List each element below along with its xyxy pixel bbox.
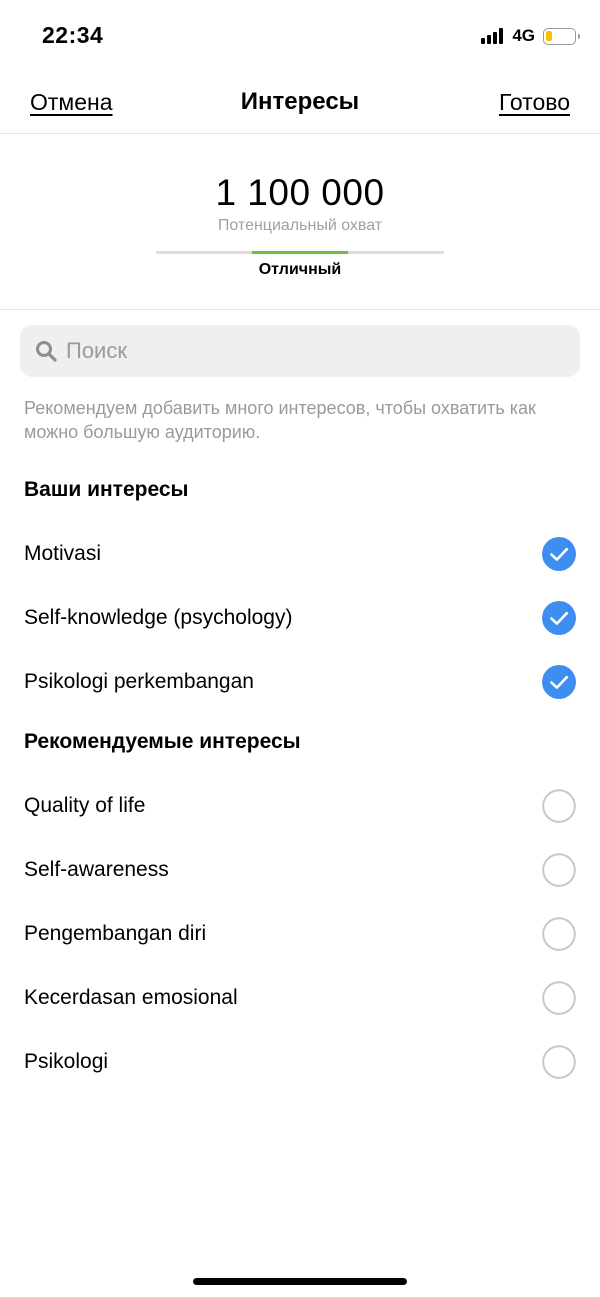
empty-circle-icon[interactable] [542, 917, 576, 951]
status-bar: 22:34 4G [0, 0, 600, 72]
checkmark-circle-icon[interactable] [542, 665, 576, 699]
interest-row[interactable]: Psikologi perkembangan [0, 650, 600, 714]
empty-circle-icon[interactable] [542, 789, 576, 823]
interest-row[interactable]: Motivasi [0, 522, 600, 586]
reach-meter [156, 251, 444, 254]
interest-row[interactable]: Pengembangan diri [0, 902, 600, 966]
empty-circle-icon[interactable] [542, 981, 576, 1015]
interest-row[interactable]: Self-knowledge (psychology) [0, 586, 600, 650]
reach-rating: Отличный [258, 261, 342, 278]
search-input[interactable] [66, 338, 546, 364]
interest-label: Quality of life [24, 794, 146, 817]
interest-row[interactable]: Psikologi [0, 1030, 600, 1094]
interest-label: Motivasi [24, 542, 102, 565]
interest-label: Psikologi [24, 1050, 109, 1073]
status-time: 22:34 [42, 22, 104, 48]
potential-reach: 1 100 000 Потенциальный охват Отличный [0, 134, 600, 310]
interest-label: Kecerdasan emosional [24, 986, 238, 1009]
empty-circle-icon[interactable] [542, 1045, 576, 1079]
status-indicators: 4G [481, 25, 580, 47]
interest-row[interactable]: Kecerdasan emosional [0, 966, 600, 1030]
interest-label: Self-knowledge (psychology) [24, 606, 293, 629]
network-label: 4G [512, 26, 535, 45]
done-button[interactable]: Готово [499, 89, 570, 116]
interest-row[interactable]: Self-awareness [0, 838, 600, 902]
signal-bars-icon [481, 28, 505, 44]
reach-number: 1 100 000 [215, 172, 385, 213]
navigation-bar: Отмена Интересы Готово [0, 72, 600, 134]
interest-label: Psikologi perkembangan [24, 670, 254, 693]
home-indicator[interactable] [193, 1278, 407, 1285]
checkmark-circle-icon[interactable] [542, 537, 576, 571]
reach-meter-segment [252, 251, 348, 254]
empty-circle-icon[interactable] [542, 853, 576, 887]
reach-meter-segment [348, 251, 444, 254]
hint-text: Рекомендуем добавить много интересов, чт… [24, 398, 536, 442]
checkmark-circle-icon[interactable] [542, 601, 576, 635]
search-icon [36, 341, 57, 362]
recommended-interests-heading: Рекомендуемые интересы [24, 730, 301, 753]
reach-meter-segment [156, 251, 252, 254]
interest-label: Self-awareness [24, 858, 169, 881]
reach-caption: Потенциальный охват [217, 217, 383, 234]
your-interests-heading: Ваши интересы [24, 478, 189, 501]
battery-low-icon [543, 27, 580, 45]
interest-row[interactable]: Quality of life [0, 774, 600, 838]
search-box[interactable] [20, 325, 580, 377]
interest-label: Pengembangan diri [24, 922, 207, 945]
